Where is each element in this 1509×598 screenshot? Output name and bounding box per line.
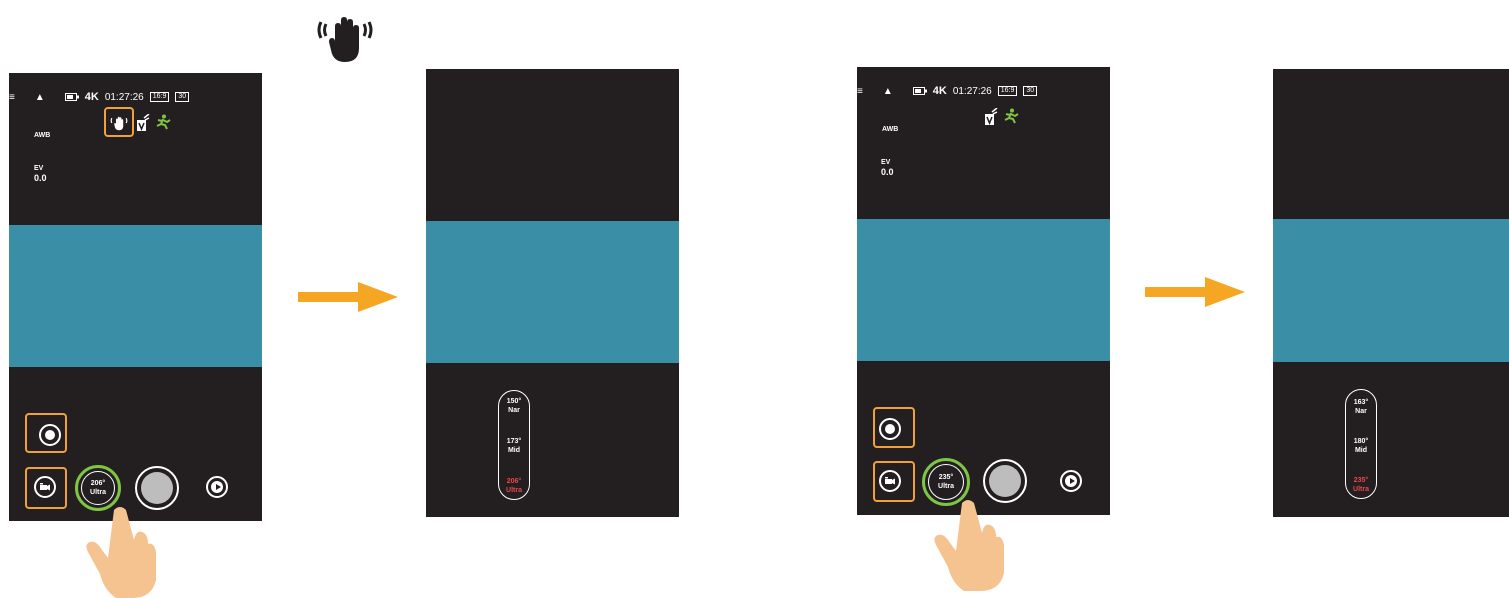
- fov-name: Ultra: [938, 483, 954, 490]
- playback-button[interactable]: [206, 476, 228, 498]
- aspect-ratio-badge: 16:9: [149, 92, 170, 102]
- fov-angle: 235°: [938, 474, 954, 481]
- voice-control-icon: [137, 114, 150, 131]
- fov-selector: 163° Nar 180° Mid 235° Ultra: [1345, 389, 1377, 499]
- fov-option-mid[interactable]: 180° Mid: [1346, 437, 1376, 455]
- camera-screen-1: ≡ ▲ 4K 01:27:26 16:9 30 AWB EV 0.0 206° U…: [9, 73, 262, 521]
- battery-icon: [912, 87, 927, 95]
- camera-screen-4: 163° Nar 180° Mid 235° Ultra: [1273, 69, 1509, 517]
- voice-control-icon: [985, 108, 998, 125]
- fov-option-narrow[interactable]: 150° Nar: [499, 397, 529, 415]
- playback-button[interactable]: [1060, 470, 1082, 492]
- fov-name: Ultra: [90, 489, 106, 496]
- highlight-photo-button: [25, 413, 67, 453]
- camera-preview: [857, 219, 1110, 361]
- record-time: 01:27:26: [104, 91, 144, 103]
- fov-option-ultra[interactable]: 206° Ultra: [499, 477, 529, 495]
- record-time: 01:27:26: [952, 85, 992, 97]
- menu-icon[interactable]: ≡: [9, 92, 15, 103]
- camera-preview: [1273, 219, 1509, 362]
- status-bar: ≡ ▲ 4K 01:27:26 16:9 30: [9, 91, 190, 103]
- camera-screen-2: 150° Nar 173° Mid 206° Ultra: [426, 69, 679, 517]
- arrow-right-icon: [1145, 277, 1245, 307]
- fps-badge: 30: [175, 92, 190, 102]
- highlight-video-button: [25, 467, 67, 509]
- fov-option-mid[interactable]: 173° Mid: [499, 437, 529, 455]
- palm-wave-icon: [317, 17, 373, 62]
- fov-selector: 150° Nar 173° Mid 206° Ultra: [498, 390, 530, 500]
- ev-label[interactable]: EV: [881, 159, 890, 167]
- tap-hand-icon: [934, 500, 1004, 591]
- ev-label[interactable]: EV: [34, 165, 43, 173]
- camera-preview: [426, 221, 679, 363]
- motion-detect-icon: [156, 114, 171, 130]
- arrow-right-icon: [298, 282, 398, 312]
- fps-badge: 30: [1023, 86, 1038, 96]
- highlight-photo-button: [873, 407, 915, 448]
- ev-value[interactable]: 0.0: [881, 168, 894, 177]
- tap-hand-icon: [86, 507, 156, 598]
- fov-angle: 206°: [90, 480, 106, 487]
- status-bar: ≡ ▲ 4K 01:27:26 16:9 30: [857, 85, 1038, 97]
- highlight-video-button: [873, 461, 915, 502]
- eject-icon: ▲: [882, 85, 893, 97]
- motion-detect-icon: [1004, 108, 1019, 124]
- menu-icon[interactable]: ≡: [857, 86, 863, 97]
- awb-label[interactable]: AWB: [34, 132, 50, 140]
- aspect-ratio-badge: 16:9: [997, 86, 1018, 96]
- camera-preview: [9, 225, 262, 367]
- fov-option-ultra[interactable]: 235° Ultra: [1346, 476, 1376, 494]
- resolution-label: 4K: [932, 85, 947, 97]
- highlight-gesture-icon: [104, 107, 134, 137]
- resolution-label: 4K: [84, 91, 99, 103]
- fov-option-narrow[interactable]: 163° Nar: [1346, 398, 1376, 416]
- awb-label[interactable]: AWB: [882, 126, 898, 134]
- eject-icon: ▲: [34, 91, 45, 103]
- ev-value[interactable]: 0.0: [34, 174, 47, 183]
- battery-icon: [64, 93, 79, 101]
